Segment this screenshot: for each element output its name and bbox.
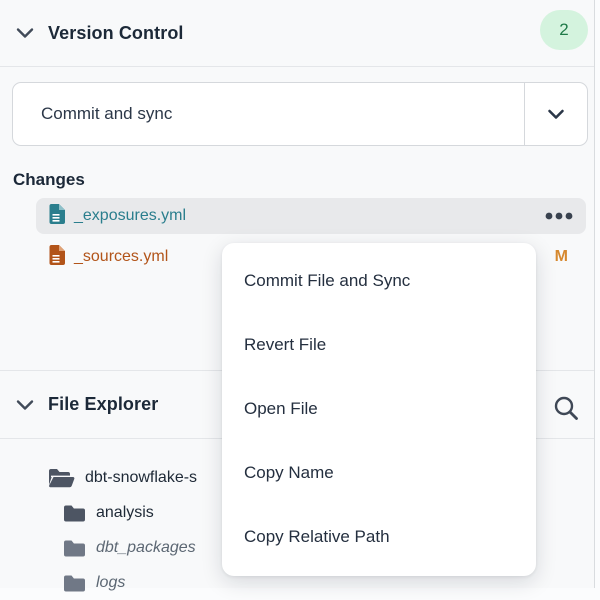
commit-options-caret[interactable]	[524, 83, 587, 145]
menu-item-copy-name[interactable]: Copy Name	[222, 441, 536, 505]
folder-icon	[63, 574, 86, 592]
chevron-down-icon[interactable]	[14, 394, 36, 416]
changes-count-badge: 2	[540, 10, 588, 50]
version-control-header: Version Control	[0, 0, 594, 66]
divider	[0, 66, 594, 67]
file-explorer-title: File Explorer	[48, 394, 158, 415]
changes-section-label: Changes	[13, 166, 85, 194]
search-icon[interactable]	[548, 390, 584, 426]
commit-and-sync-label: Commit and sync	[13, 83, 524, 145]
file-actions-ellipsis-icon[interactable]	[542, 198, 576, 234]
side-panel: Version Control 2 Commit and sync Change…	[0, 0, 595, 588]
modified-status-badge: M	[555, 240, 568, 274]
changed-file-name: _exposures.yml	[74, 207, 186, 225]
tree-item-label: analysis	[96, 504, 154, 522]
chevron-down-icon[interactable]	[14, 22, 36, 44]
tree-item-label: dbt_packages	[96, 539, 196, 557]
menu-item-revert-file[interactable]: Revert File	[222, 313, 536, 377]
yaml-file-icon	[48, 244, 66, 271]
commit-and-sync-button[interactable]: Commit and sync	[12, 82, 588, 146]
folder-icon	[63, 504, 86, 522]
yaml-file-icon	[48, 203, 66, 230]
menu-item-open-file[interactable]: Open File	[222, 377, 536, 441]
changed-file-row-exposures[interactable]: _exposures.yml	[36, 198, 586, 234]
menu-item-commit-file-and-sync[interactable]: Commit File and Sync	[222, 249, 536, 313]
tree-item-label: dbt-snowflake-s	[85, 469, 197, 487]
menu-item-copy-relative-path[interactable]: Copy Relative Path	[222, 505, 536, 569]
folder-icon	[63, 539, 86, 557]
folder-open-icon	[48, 467, 75, 488]
version-control-title: Version Control	[48, 23, 184, 44]
changed-file-name: _sources.yml	[74, 248, 168, 266]
tree-item-label: logs	[96, 574, 125, 592]
file-context-menu: Commit File and Sync Revert File Open Fi…	[222, 243, 536, 576]
